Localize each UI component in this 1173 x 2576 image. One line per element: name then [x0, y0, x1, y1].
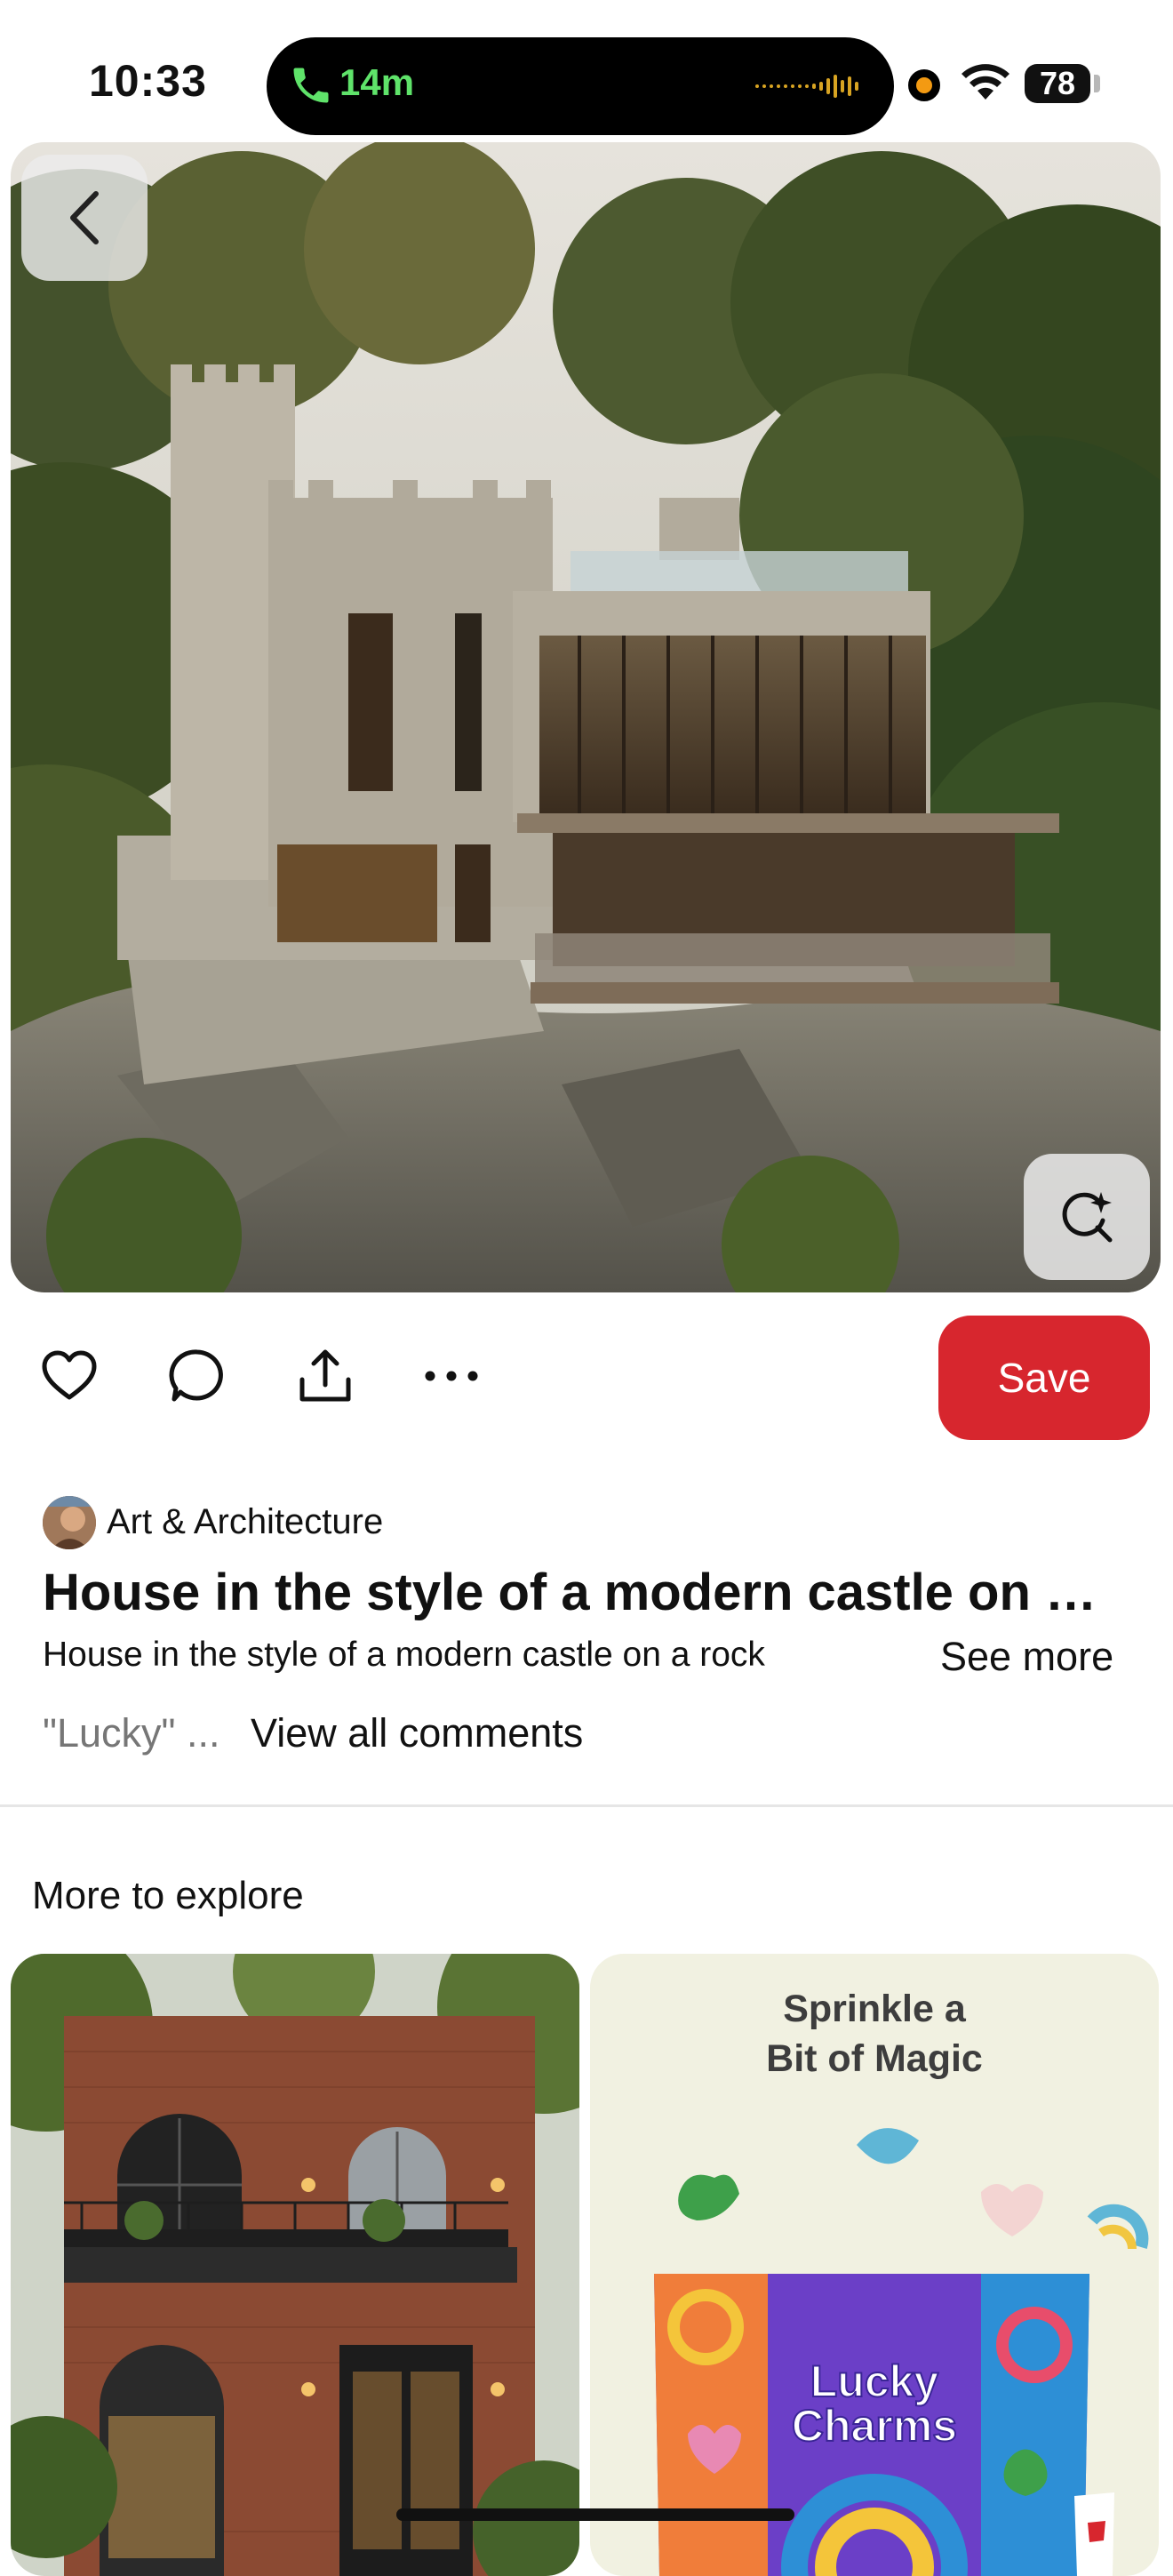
castle-house-illustration: [11, 142, 1161, 1292]
status-time: 10:33: [89, 56, 207, 106]
comment-preview: "Lucky" ...: [43, 1710, 220, 1756]
battery-cap: [1094, 75, 1100, 92]
see-more-link[interactable]: See more: [940, 1634, 1113, 1680]
explore-pin-card[interactable]: [11, 1954, 579, 2576]
board-avatar[interactable]: [43, 1496, 96, 1549]
dynamic-island[interactable]: 14m: [267, 37, 894, 135]
more-options-button[interactable]: [416, 1340, 487, 1412]
comment-bubble-icon: [169, 1349, 223, 1402]
audio-waveform-icon: [755, 75, 858, 98]
more-to-explore-heading: More to explore: [32, 1874, 304, 1917]
chevron-left-icon: [70, 191, 99, 244]
svg-text:Charms: Charms: [792, 2401, 957, 2451]
more-dots-icon: [425, 1371, 478, 1381]
pin-title: House in the style of a modern castle on…: [43, 1564, 1118, 1621]
cereal-bag-image: Lucky Charms: [654, 2128, 1149, 2576]
brick-house-image: [11, 1954, 579, 2576]
visual-search-button[interactable]: [1024, 1154, 1150, 1280]
comment-button[interactable]: [162, 1340, 233, 1412]
board-name-link[interactable]: Art & Architecture: [107, 1502, 383, 1542]
pin-description: House in the style of a modern castle on…: [43, 1636, 765, 1674]
like-button[interactable]: [34, 1340, 105, 1412]
recording-indicator: [908, 69, 940, 101]
call-duration: 14m: [339, 61, 415, 103]
promoted-pin-card[interactable]: Sprinkle a Bit of Magic Lucky Charms: [590, 1954, 1159, 2576]
phone-icon: [293, 68, 329, 103]
visual-search-icon: [1062, 1192, 1113, 1243]
section-divider: [0, 1804, 1173, 1807]
battery-level: 78: [1025, 64, 1090, 103]
back-button[interactable]: [21, 155, 148, 281]
svg-text:Lucky: Lucky: [810, 2356, 939, 2406]
home-indicator: [396, 2508, 794, 2521]
wifi-icon: [962, 64, 1009, 100]
share-icon: [299, 1349, 351, 1402]
share-button[interactable]: [290, 1340, 361, 1412]
pin-image[interactable]: [11, 142, 1161, 1292]
save-button[interactable]: Save: [938, 1316, 1150, 1440]
view-all-comments-link[interactable]: View all comments: [251, 1710, 583, 1756]
heart-icon: [42, 1350, 97, 1400]
avatar-image: [43, 1496, 96, 1549]
